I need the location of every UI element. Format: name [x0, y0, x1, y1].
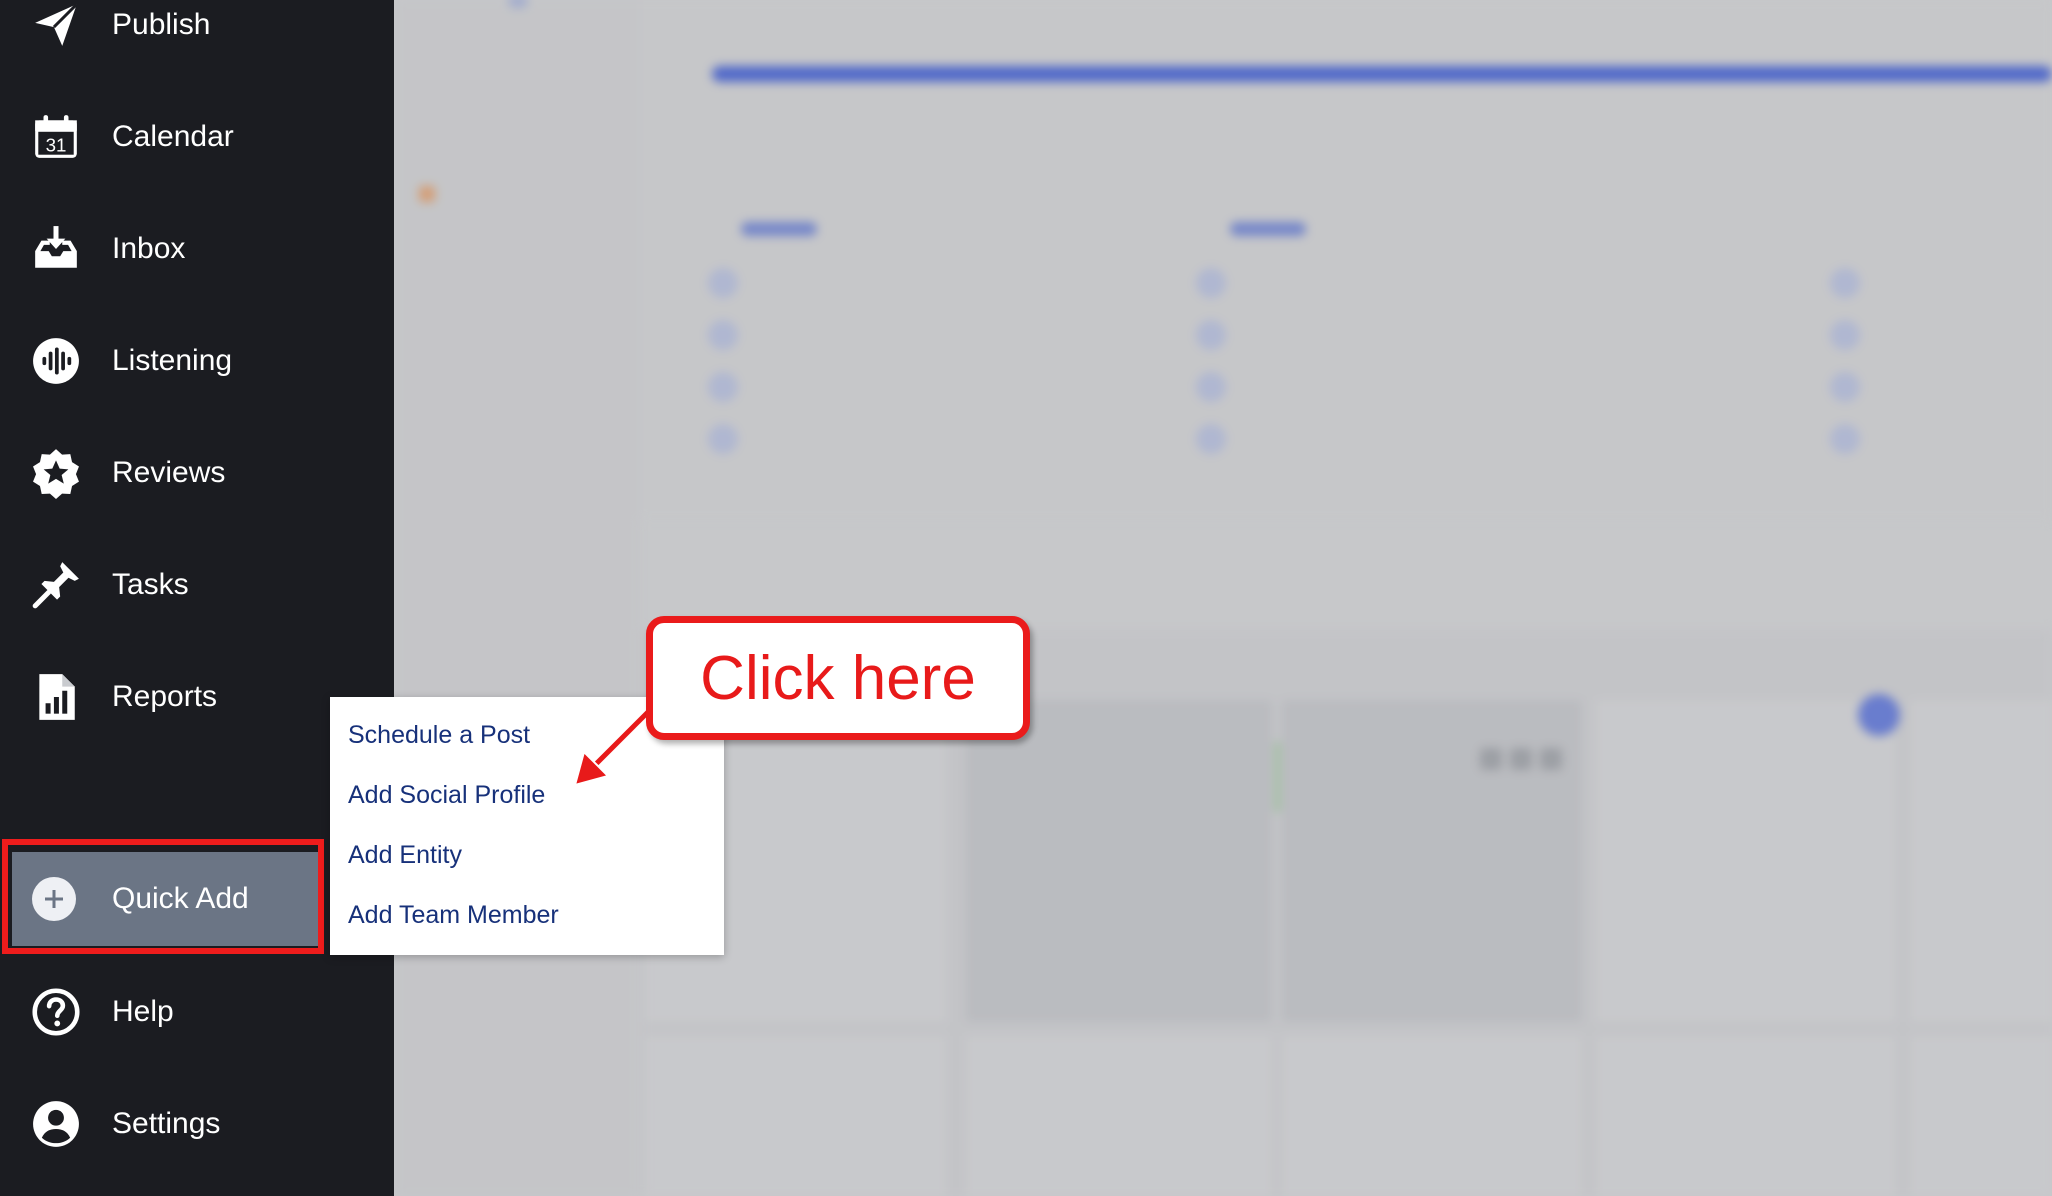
- sidebar-item-label: Settings: [112, 1107, 221, 1140]
- listening-icon: [30, 335, 82, 387]
- menu-item-add-team-member[interactable]: Add Team Member: [348, 901, 559, 930]
- sidebar-item-label: Tasks: [112, 568, 189, 601]
- calendar-icon-badge: 31: [46, 135, 67, 156]
- star-icon: [30, 447, 82, 499]
- report-icon: [30, 671, 82, 723]
- sidebar-item-reviews[interactable]: Reviews: [0, 428, 394, 518]
- sidebar-item-inbox[interactable]: Inbox: [0, 204, 394, 294]
- sidebar-item-tasks[interactable]: Tasks: [0, 540, 394, 630]
- sidebar-item-label: Reports: [112, 680, 218, 713]
- sidebar-item-label: Listening: [112, 344, 233, 377]
- sidebar-item-listening[interactable]: Listening: [0, 316, 394, 406]
- quick-add-highlight: [2, 839, 324, 954]
- callout-text: Click here: [700, 643, 976, 713]
- sidebar-item-label: Reviews: [112, 456, 226, 489]
- sidebar-item-label: Calendar: [112, 120, 234, 153]
- menu-item-schedule-post[interactable]: Schedule a Post: [348, 721, 530, 750]
- menu-item-add-entity[interactable]: Add Entity: [348, 841, 462, 870]
- sidebar-item-label: Help: [112, 995, 174, 1028]
- menu-item-add-social-profile[interactable]: Add Social Profile: [348, 781, 545, 810]
- sidebar-item-label: Publish: [112, 8, 211, 41]
- paper-plane-icon: [30, 0, 82, 51]
- sidebar-item-publish[interactable]: Publish: [0, 0, 394, 70]
- sidebar-item-settings[interactable]: Settings: [0, 1079, 394, 1169]
- pin-icon: [30, 559, 82, 611]
- user-icon: [30, 1098, 82, 1150]
- help-icon: [30, 986, 82, 1038]
- sidebar: Publish 31 Calendar Inbox Listening Revi…: [0, 0, 394, 1196]
- sidebar-item-help[interactable]: Help: [0, 967, 394, 1057]
- sidebar-item-label: Inbox: [112, 232, 186, 265]
- sidebar-item-calendar[interactable]: 31 Calendar: [0, 92, 394, 182]
- inbox-icon: [30, 223, 82, 275]
- calendar-icon: 31: [30, 111, 82, 163]
- click-here-callout: Click here: [646, 616, 1030, 740]
